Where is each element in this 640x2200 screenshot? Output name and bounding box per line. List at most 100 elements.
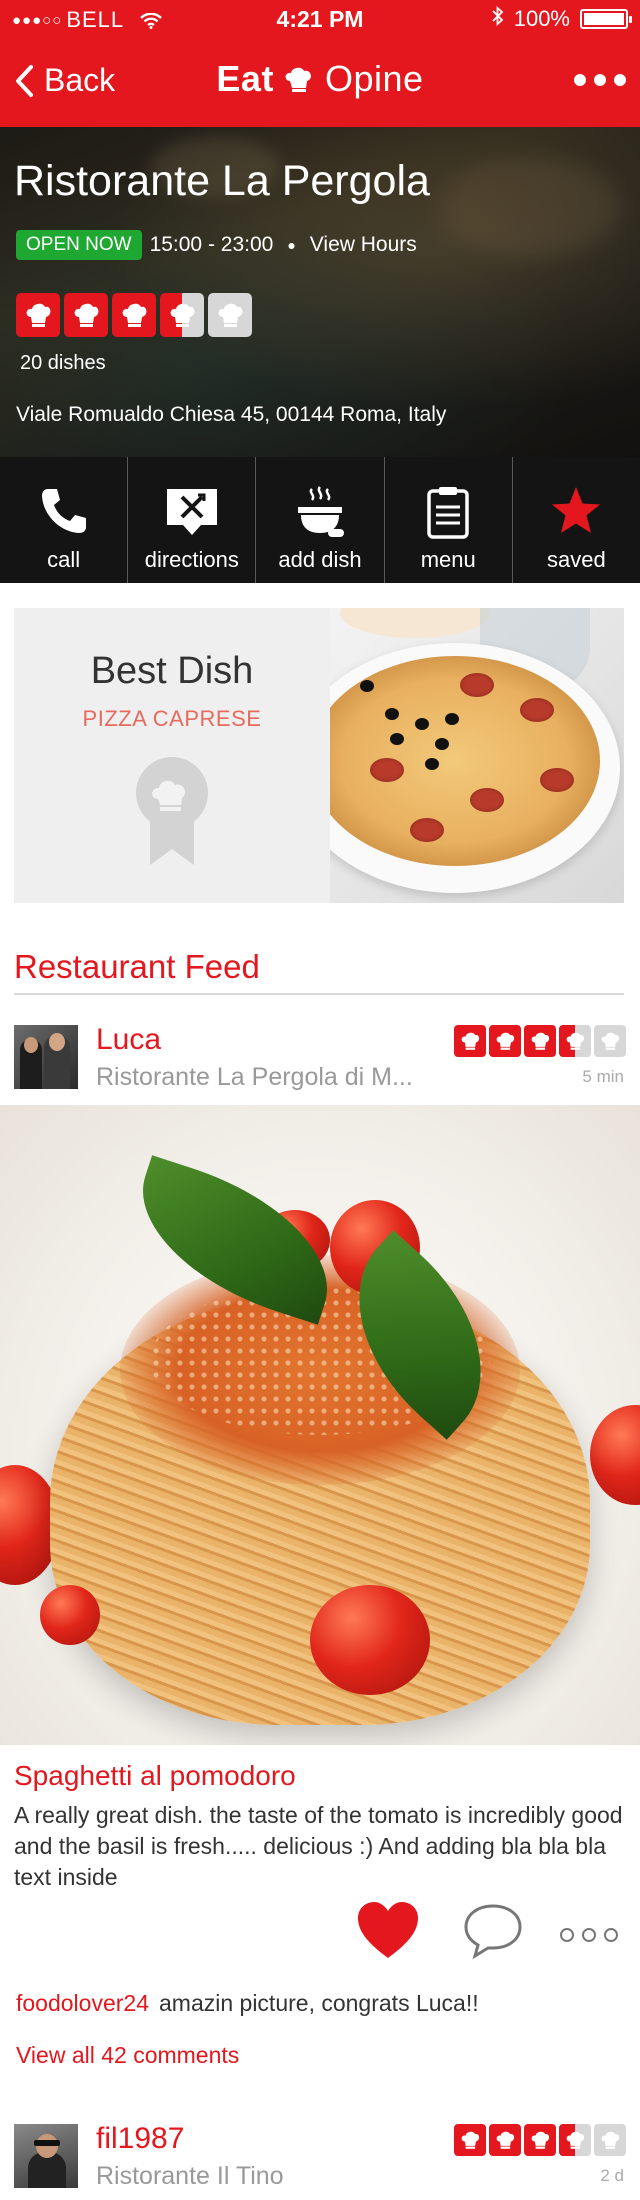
opening-hours: OPEN NOW 15:00 - 23:00 ● View Hours <box>16 230 417 260</box>
logo-text-eat: Eat <box>216 58 274 99</box>
photo-pepperoni <box>540 768 574 792</box>
restaurant-hero: Ristorante La Pergola OPEN NOW 15:00 - 2… <box>0 127 640 457</box>
photo-pepperoni <box>410 818 444 842</box>
post-rating <box>454 1025 626 1057</box>
avatar[interactable] <box>14 2124 78 2188</box>
star-icon <box>552 487 601 533</box>
chef-hat-rating-icon <box>524 2124 556 2156</box>
status-bar: ●●●○○ BELL 4:21 PM 100% <box>0 0 640 40</box>
menu-label: menu <box>420 547 476 572</box>
comment-text: amazin picture, congrats Luca!! <box>159 1990 479 2016</box>
restaurant-address[interactable]: Viale Romualdo Chiesa 45, 00144 Roma, It… <box>16 403 446 427</box>
comment: foodolover24 amazin picture, congrats Luc… <box>16 1990 479 2017</box>
divider <box>14 993 624 995</box>
chef-hat-rating-icon <box>594 2124 626 2156</box>
post-time: 5 min <box>582 1067 624 1086</box>
chef-hat-rating-icon <box>594 1025 626 1057</box>
like-button[interactable] <box>356 1900 420 1965</box>
bluetooth-icon <box>492 5 504 32</box>
saved-button[interactable]: saved <box>513 457 640 583</box>
photo-tomato <box>310 1585 430 1695</box>
post-description: A really great dish. the taste of the to… <box>14 1802 623 1890</box>
photo-background-plate <box>340 608 490 638</box>
best-dish-name: PIZZA CAPRESE <box>82 706 262 731</box>
phone-icon <box>41 489 86 533</box>
post-dish-name[interactable]: Spaghetti al pomodoro <box>14 1760 296 1792</box>
photo-pepperoni <box>460 673 494 697</box>
add-dish-button[interactable]: add dish <box>256 457 385 583</box>
best-dish-card[interactable]: Best Dish PIZZA CAPRESE <box>14 608 624 903</box>
chef-hat-logo-icon <box>286 67 312 92</box>
battery-icon <box>580 9 632 29</box>
post-header: fil1987 Ristorante Il Tino 2 d <box>14 2122 626 2194</box>
chef-hat-rating-icon <box>559 1025 591 1057</box>
chef-hat-rating-icon <box>64 293 108 337</box>
call-button[interactable]: call <box>0 457 129 583</box>
post-username[interactable]: Luca <box>96 1023 161 1057</box>
post-venue[interactable]: Ristorante La Pergola di M... <box>96 1063 413 1092</box>
photo-olive <box>425 758 439 770</box>
photo-tomato <box>40 1585 100 1645</box>
app-logo: Eat Opine <box>0 58 640 100</box>
top-bar: ●●●○○ BELL 4:21 PM 100% Back Eat Opine <box>0 0 640 127</box>
menu-button[interactable]: menu <box>385 457 513 583</box>
photo-tomato <box>590 1405 640 1505</box>
comment-button[interactable] <box>462 1902 524 1965</box>
post-photo[interactable] <box>0 1105 640 1745</box>
chef-hat-rating-icon <box>16 293 60 337</box>
directions-label: directions <box>144 547 239 572</box>
comment-username[interactable]: foodolover24 <box>16 1990 149 2016</box>
chef-hat-rating-icon <box>524 1025 556 1057</box>
post-more-button[interactable] <box>560 1928 618 1942</box>
chef-hat-rating-icon <box>489 2124 521 2156</box>
chef-hat-rating-icon <box>454 2124 486 2156</box>
post-rating <box>454 2124 626 2156</box>
post-actions <box>0 1900 640 1970</box>
chef-hat-rating-icon <box>454 1025 486 1057</box>
view-hours-link[interactable]: View Hours <box>310 233 417 257</box>
dish-count: 20 dishes <box>20 352 106 374</box>
view-all-comments-link[interactable]: View all 42 comments <box>16 2042 239 2069</box>
directions-button[interactable]: directions <box>128 457 257 583</box>
post-username[interactable]: fil1987 <box>96 2122 184 2156</box>
add-dish-icon <box>298 486 344 537</box>
photo-olive <box>360 680 374 692</box>
comment-bubble-icon <box>464 1904 522 1960</box>
photo-pepperoni <box>470 788 504 812</box>
chef-hat-rating-icon <box>559 2124 591 2156</box>
saved-label: saved <box>547 547 606 572</box>
chef-hat-rating-icon <box>160 293 204 337</box>
photo-olive <box>435 738 449 750</box>
photo-pepperoni <box>370 758 404 782</box>
separator-dot: ● <box>287 237 296 253</box>
photo-olive <box>415 718 429 730</box>
chef-hat-rating-icon <box>112 293 156 337</box>
avatar[interactable] <box>14 1025 78 1089</box>
award-ribbon-icon <box>132 753 212 876</box>
post-header: Luca Ristorante La Pergola di M... 5 min <box>14 1023 626 1095</box>
heart-icon <box>358 1902 418 1958</box>
photo-olive <box>385 708 399 720</box>
restaurant-rating <box>16 293 252 337</box>
menu-icon <box>427 487 469 539</box>
more-options-button[interactable] <box>574 74 626 86</box>
post-time: 2 d <box>600 2166 624 2185</box>
photo-olive <box>390 733 404 745</box>
hours-range: 15:00 - 23:00 <box>149 233 274 256</box>
action-bar: call directions add dish menu saved <box>0 457 640 583</box>
open-now-badge: OPEN NOW <box>16 230 142 260</box>
add-dish-label: add dish <box>278 547 362 572</box>
photo-olive <box>445 713 459 725</box>
restaurant-feed-title: Restaurant Feed <box>14 948 260 985</box>
call-label: call <box>47 547 81 572</box>
best-dish-heading: Best Dish <box>90 650 254 692</box>
nav-bar: Back Eat Opine <box>0 40 640 127</box>
logo-text-opine: Opine <box>324 58 424 99</box>
chef-hat-rating-icon <box>208 293 252 337</box>
directions-icon <box>166 489 217 535</box>
best-dish-photo <box>330 608 624 903</box>
chef-hat-rating-icon <box>489 1025 521 1057</box>
photo-pepperoni <box>520 698 554 722</box>
post-venue[interactable]: Ristorante Il Tino <box>96 2162 284 2191</box>
battery-percent: 100% <box>513 6 570 31</box>
